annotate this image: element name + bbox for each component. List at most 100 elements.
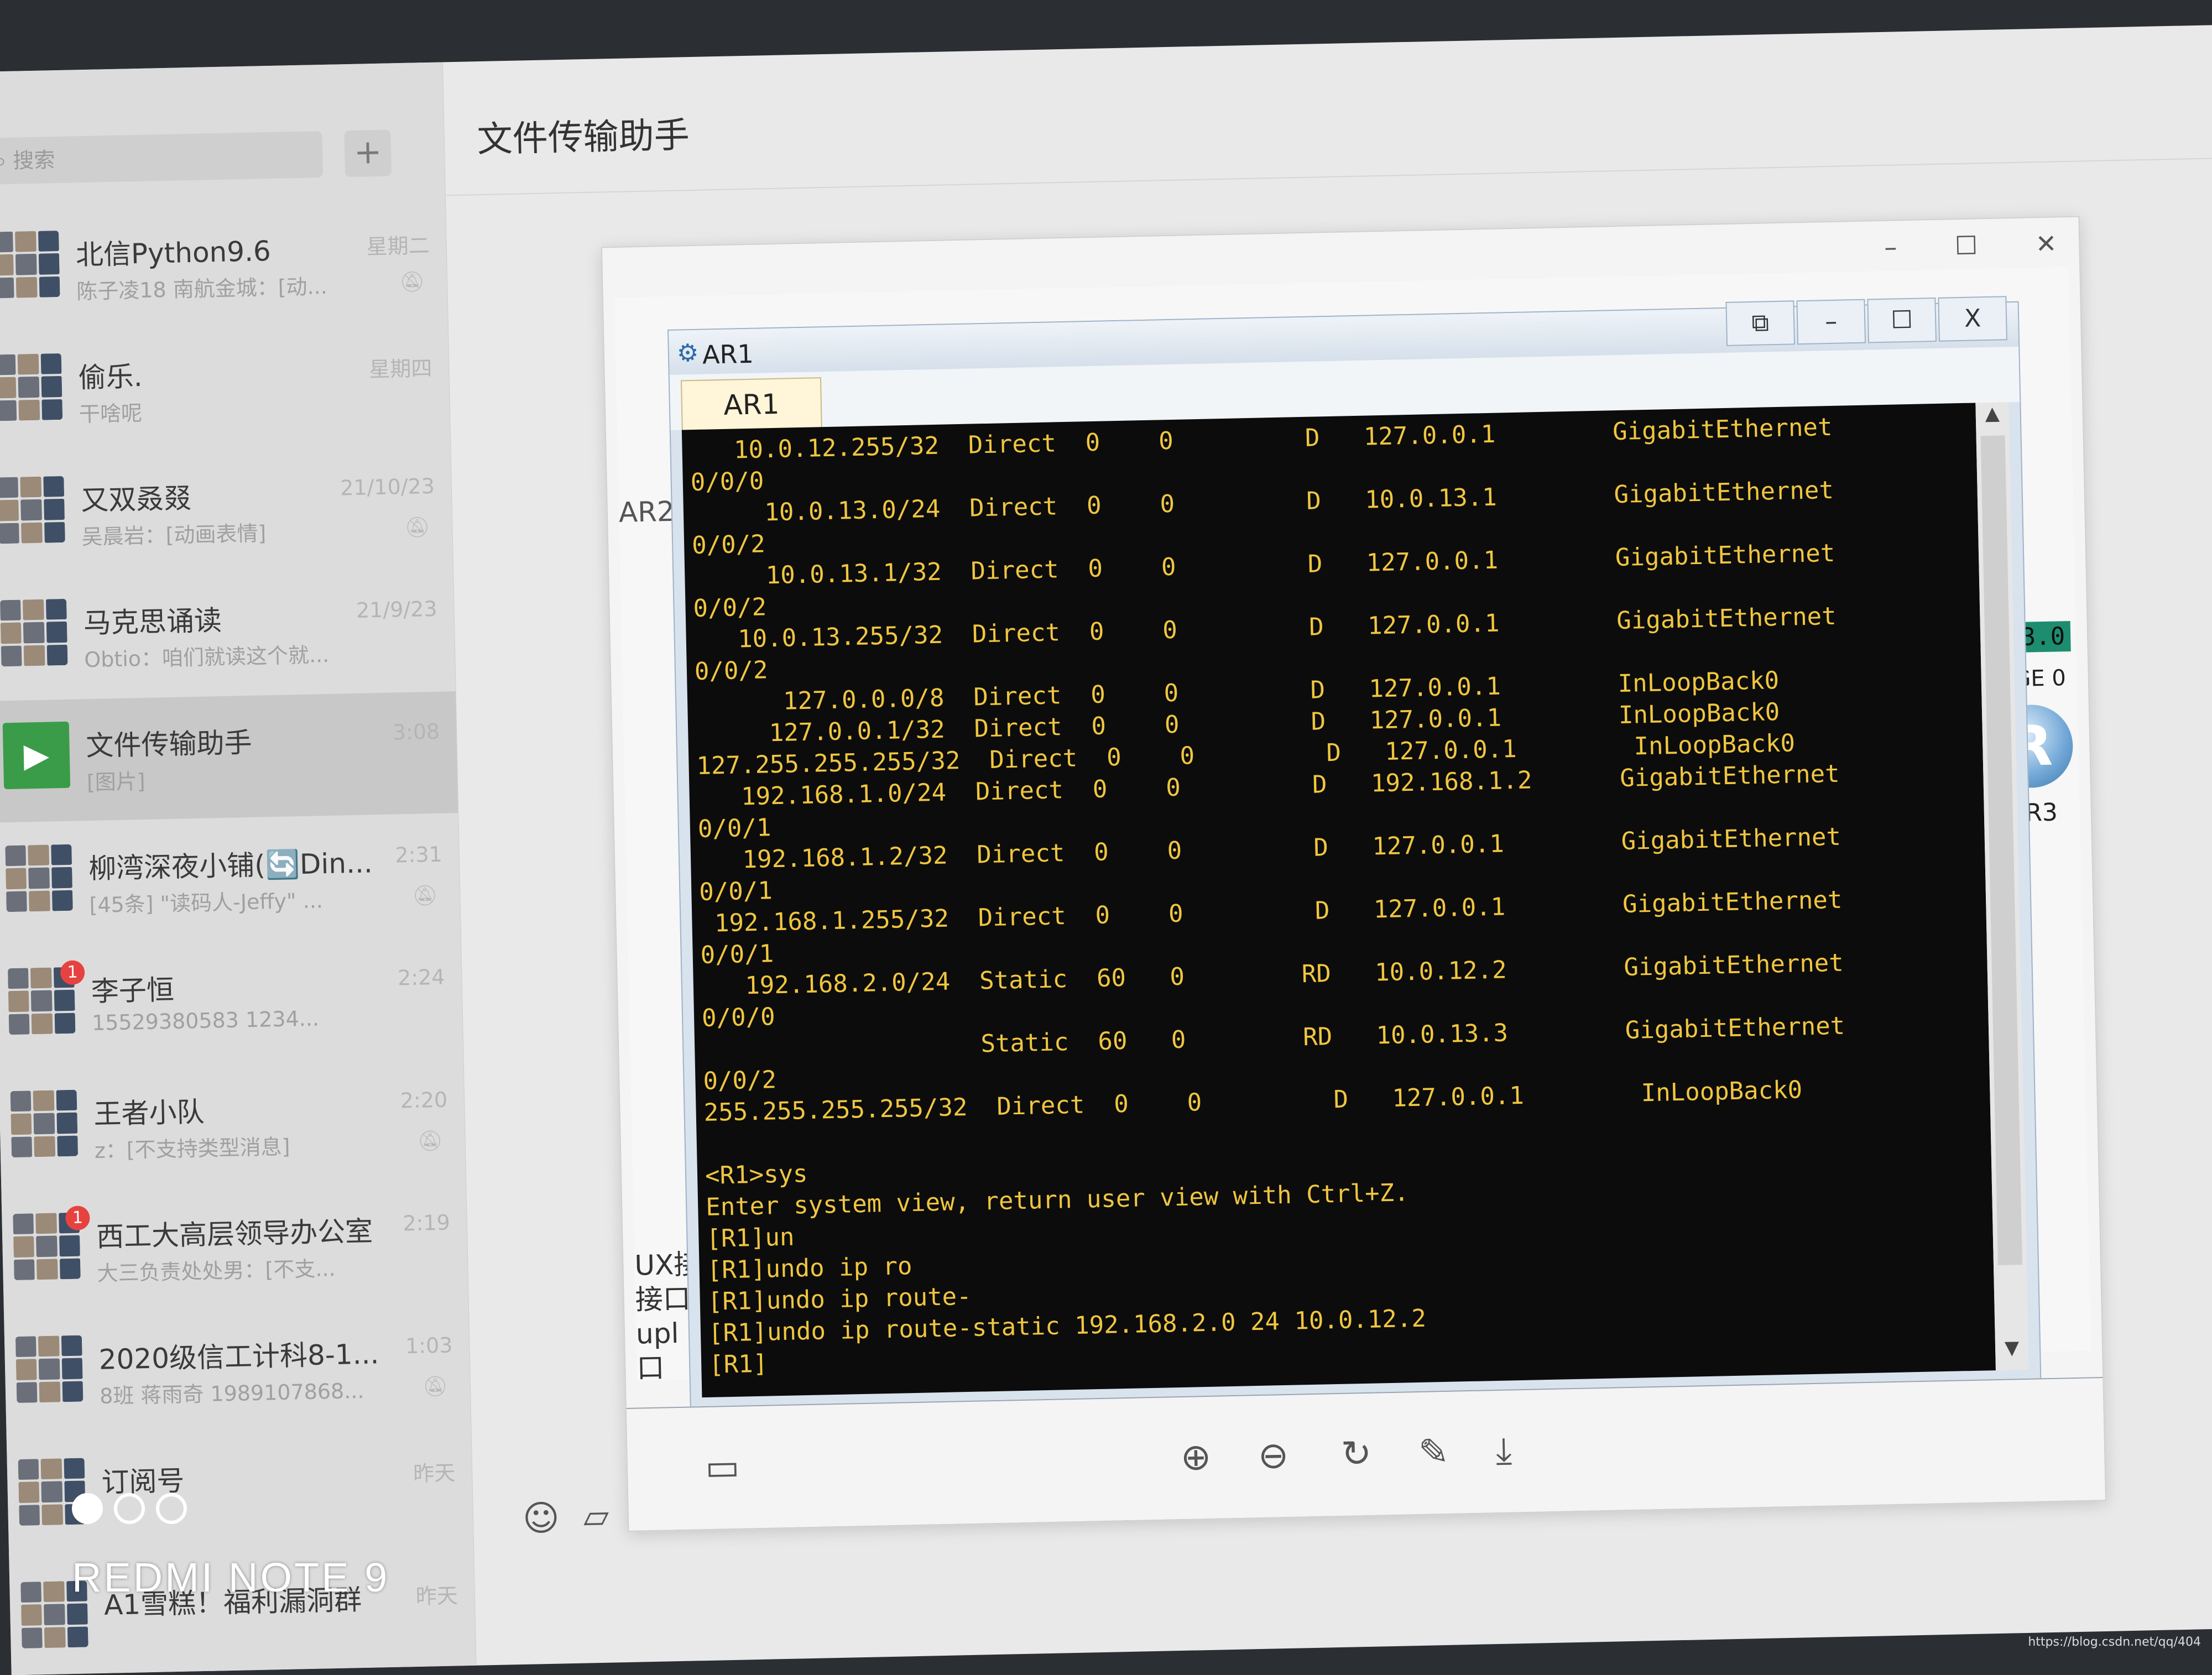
chat-list-item[interactable]: 马克思诵读 Obtio：咱们就读这个就... 21/9/23 <box>0 568 456 700</box>
cli-window: ⚙ AR1 ⧉ – ☐ X AR1 10.0.12.255/32 Direct … <box>667 296 2042 1410</box>
header-divider <box>445 156 2212 196</box>
chat-list-item[interactable]: 2020级信工计科8-1... 8班 蒋雨奇 1989107868... 1:03 🔕… <box>4 1305 471 1437</box>
chat-preview: [45条] "读码人-Jeffy" ... <box>89 888 324 918</box>
chat-name: 又双叒叕 <box>80 482 192 517</box>
viewer-window-controls: – ☐ ✕ <box>1834 228 2057 263</box>
camera-dot-icon <box>156 1493 187 1524</box>
chat-sidebar: ⌕ 搜索 + 北信Python9.6 陈子凌18 南航金城：[动... 星期二 🔕︎ 偷… <box>0 62 477 1675</box>
chat-preview: 15529380583 1234... <box>91 1006 320 1036</box>
chat-preview: 陈子凌18 南航金城：[动... <box>76 274 328 304</box>
chat-name: 2020级信工计科8-1... <box>98 1338 379 1376</box>
topology-canvas: AR2 0.23.0 GE 0 R AR3 UX接 接口 upl 口 ⚙ AR1… <box>614 267 2091 1410</box>
chat-name: 李子恒 <box>91 973 175 1008</box>
chat-time: 2:19 <box>402 1210 451 1236</box>
maximize-button[interactable]: ☐ <box>1954 230 1978 260</box>
search-input[interactable]: ⌕ 搜索 <box>0 131 324 185</box>
mute-bell-icon: 🔕︎ <box>404 516 430 540</box>
unread-badge: 1 <box>60 960 85 985</box>
chat-time: 2:20 <box>400 1087 448 1113</box>
chat-list-item[interactable]: 王者小队 z：[不支持类型消息] 2:20 🔕︎ <box>0 1060 466 1191</box>
chat-list-item[interactable]: 1 西工大高层领导办公室 大三负责处处男：[不支... 2:19 <box>1 1182 468 1314</box>
chat-time: 21/10/23 <box>340 473 435 500</box>
mute-bell-icon: 🔕︎ <box>412 884 438 907</box>
close-button[interactable]: ✕ <box>2035 228 2057 259</box>
url-watermark: https://blog.csdn.net/qq/404 <box>2028 1635 2201 1649</box>
avatar <box>0 231 60 299</box>
page-title: 文件传输助手 <box>477 115 690 161</box>
avatar <box>10 1089 79 1158</box>
chat-preview: [图片] <box>86 769 146 795</box>
chat-time: 昨天 <box>415 1583 458 1609</box>
chat-name: 北信Python9.6 <box>75 234 272 272</box>
chat-time: 昨天 <box>413 1460 456 1486</box>
zoom-out-icon[interactable]: ⊖ <box>1258 1434 1289 1477</box>
avatar <box>0 353 63 421</box>
cli-close-button[interactable]: X <box>1938 296 2007 342</box>
add-chat-button[interactable]: + <box>344 129 392 178</box>
chat-list-item[interactable]: 北信Python9.6 陈子凌18 南航金城：[动... 星期二 🔕︎ <box>0 200 448 332</box>
camera-watermark: REDMI NOTE 9 <box>72 1554 390 1600</box>
unread-badge: 1 <box>65 1206 90 1231</box>
chat-name: 马克思诵读 <box>83 604 222 640</box>
scroll-down-icon[interactable]: ▼ <box>1995 1337 2029 1370</box>
chat-preview: Obtio：咱们就读这个就... <box>84 642 330 672</box>
mute-bell-icon: 🔕︎ <box>417 1129 444 1153</box>
chat-time: 2:31 <box>395 842 443 868</box>
chat-time: 1:03 <box>405 1333 453 1359</box>
chat-list: 北信Python9.6 陈子凌18 南航金城：[动... 星期二 🔕︎ 偷乐. 干啥呢 星期… <box>0 62 458 1648</box>
image-viewer-window: – ☐ ✕ AR2 0.23.0 GE 0 R AR3 UX接 接口 upl 口… <box>601 216 2106 1532</box>
chat-preview: 8班 蒋雨奇 1989107868... <box>99 1378 364 1408</box>
cli-restore-button[interactable]: ⧉ <box>1725 300 1796 346</box>
avatar <box>0 598 68 667</box>
camera-dot-icon <box>72 1493 103 1524</box>
tab-ar1[interactable]: AR1 <box>680 377 822 431</box>
cli-window-controls: ⧉ – ☐ X <box>1723 296 2007 346</box>
chat-preview: 吴晨岩：[动画表情] <box>81 521 267 550</box>
terminal-text: 10.0.12.255/32 Direct 0 0 D 127.0.0.1 Gi… <box>690 413 1845 1379</box>
chat-time: 21/9/23 <box>356 596 437 623</box>
monitor-icon[interactable]: ▭ <box>705 1446 740 1489</box>
chat-list-item[interactable]: 1 李子恒 15529380583 1234... 2:24 <box>0 937 463 1068</box>
download-icon[interactable]: ⤓ <box>1495 1429 1512 1473</box>
chat-name: 偷乐. <box>78 360 143 394</box>
cli-maximize-button[interactable]: ☐ <box>1867 297 1937 343</box>
terminal-output[interactable]: 10.0.12.255/32 Direct 0 0 D 127.0.0.1 Gi… <box>681 403 1996 1398</box>
cli-minimize-button[interactable]: – <box>1796 299 1866 345</box>
mute-bell-icon: 🔕︎ <box>422 1375 448 1399</box>
chat-name: 柳湾深夜小铺(🔄Din... <box>88 847 373 885</box>
chat-time: 星期四 <box>368 356 432 382</box>
chat-list-item[interactable]: ▶ 文件传输助手 [图片] 3:08 <box>0 691 458 823</box>
camera-dot-icon <box>114 1493 145 1524</box>
camera-mode-dots <box>72 1493 187 1524</box>
chat-time: 3:08 <box>392 719 440 745</box>
avatar <box>0 476 65 544</box>
avatar <box>15 1335 84 1403</box>
avatar: ▶ <box>2 721 71 790</box>
folder-icon[interactable]: ▱ <box>583 1497 609 1536</box>
minimize-button[interactable]: – <box>1884 232 1897 262</box>
chat-list-item[interactable]: 偷乐. 干啥呢 星期四 <box>0 323 450 455</box>
emoji-icon[interactable]: ☺ <box>522 1498 560 1540</box>
chat-name: 西工大高层领导办公室 <box>96 1215 373 1253</box>
router-label-ar2: AR2 <box>618 495 675 529</box>
search-icon: ⌕ <box>0 148 7 174</box>
chat-preview: 干啥呢 <box>79 400 143 427</box>
chat-name: 王者小队 <box>93 1095 205 1131</box>
cli-window-title: AR1 <box>702 338 754 370</box>
mute-bell-icon: 🔕︎ <box>399 270 425 294</box>
rotate-icon[interactable]: ↻ <box>1340 1432 1372 1475</box>
scroll-up-icon[interactable]: ▲ <box>1975 402 2009 436</box>
chat-time: 星期二 <box>366 233 430 259</box>
chat-list-item[interactable]: 又双叒叕吴晨岩：[动画表情] 21/10/23 🔕︎ <box>0 446 453 577</box>
chat-preview: z：[不支持类型消息] <box>94 1134 290 1163</box>
chat-name: 文件传输助手 <box>85 726 253 763</box>
avatar <box>5 844 73 912</box>
ensp-logo-icon: ⚙ <box>676 338 699 368</box>
monitor-screen: ⌕ 搜索 + 北信Python9.6 陈子凌18 南航金城：[动... 星期二 🔕︎ 偷… <box>0 24 2212 1675</box>
chat-time: 2:24 <box>397 964 445 990</box>
search-placeholder: 搜索 <box>12 148 55 173</box>
zoom-in-icon[interactable]: ⊕ <box>1180 1436 1212 1479</box>
chat-list-item[interactable]: 柳湾深夜小铺(🔄Din... [45条] "读码人-Jeffy" ... 2:31 🔕… <box>0 814 461 946</box>
edit-icon[interactable]: ✎ <box>1418 1431 1449 1474</box>
chat-preview: 大三负责处处男：[不支... <box>97 1256 336 1286</box>
